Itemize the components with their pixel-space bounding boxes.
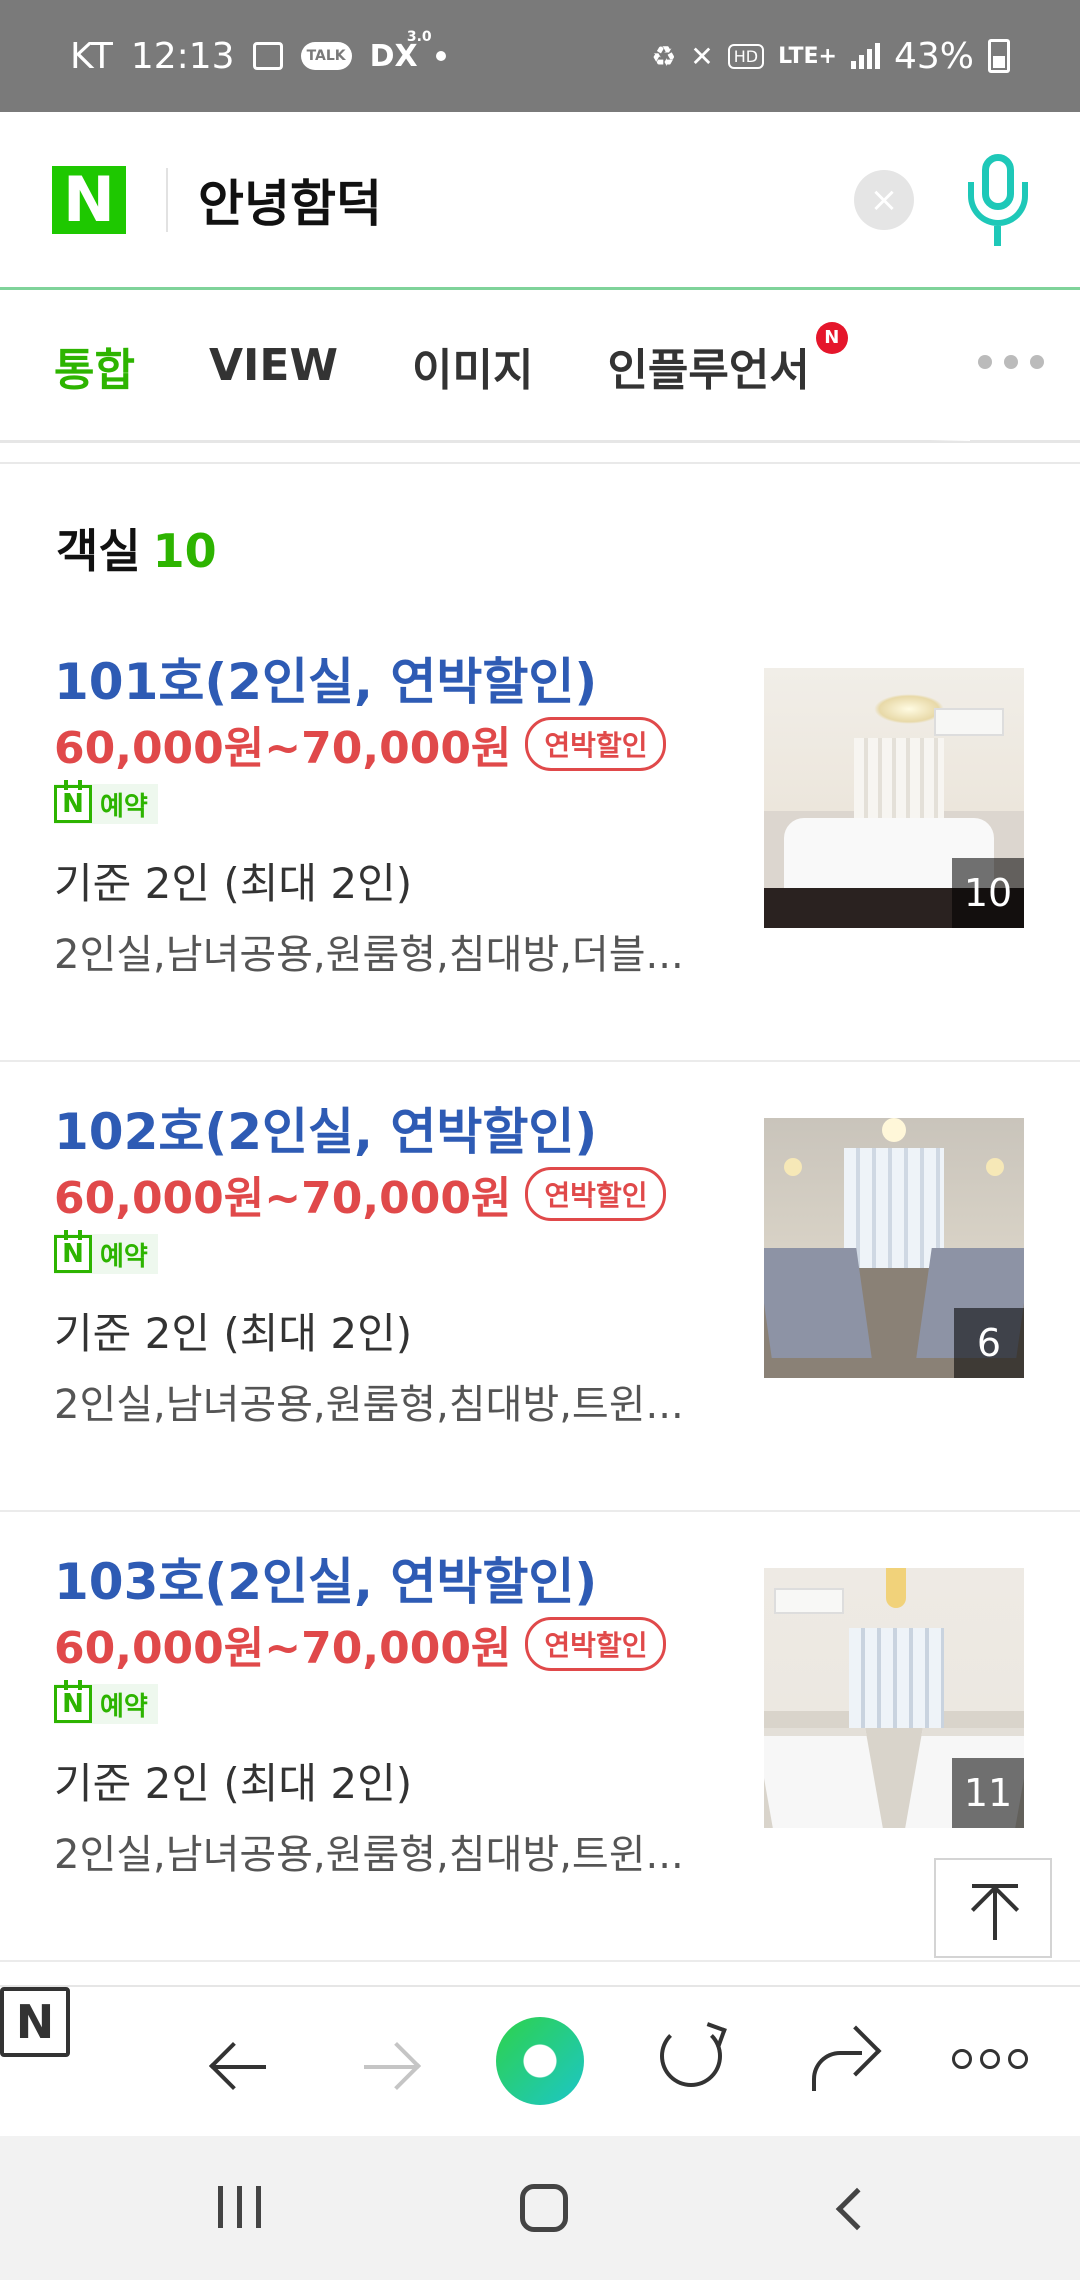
recent-apps-icon[interactable] [218,2186,261,2228]
lte-icon: LTE+ [778,43,837,69]
room-name-link[interactable]: 103호(2인실, 연박할인) [54,1542,597,1614]
calendar-icon: N [54,780,92,823]
clear-search-button[interactable]: × [854,169,914,230]
home-icon[interactable] [520,2184,568,2232]
naver-reservation-badge[interactable]: N 예약 [54,1680,158,1724]
discount-badge: 연박할인 [525,1167,667,1221]
more-tabs-icon[interactable] [978,355,1044,369]
room-name-link[interactable]: 101호(2인실, 연박할인) [54,642,597,714]
photo-count: 11 [952,1758,1024,1828]
room-count: 10 [152,524,217,578]
room-list-item[interactable]: 103호(2인실, 연박할인) 60,000원~70,000원 연박할인 N 예… [0,1512,1080,1962]
dot-icon [435,51,446,61]
room-section-title: 객실 10 [56,515,217,581]
room-capacity: 기준 2인 (최대 2인) [54,1309,413,1358]
gallery-icon [252,42,283,70]
mute-icon: ✕ [690,39,714,73]
price-row: 60,000원~70,000원 연박할인 [54,1612,667,1676]
reservation-label: 예약 [100,791,148,822]
system-nav-bar [0,2136,1080,2280]
naver-home-icon[interactable]: N [0,1987,70,2057]
tab-integrated[interactable]: 통합 [54,334,135,398]
room-capacity: 기준 2인 (최대 2인) [54,1759,413,1808]
calendar-icon: N [54,1680,92,1723]
room-price: 60,000원~70,000원 [54,1623,512,1674]
naver-logo[interactable]: N [52,165,126,234]
room-features: 2인실,남녀공용,원룸형,침대방,더블... [54,932,684,978]
more-icon[interactable] [952,2049,1028,2069]
battery-saver-icon: ♻ [651,39,677,73]
search-header: N 안녕함덕 × [0,112,1080,290]
new-badge: N [815,321,848,354]
photo-count: 6 [954,1308,1024,1378]
section-title-label: 객실 [56,524,141,578]
room-price: 60,000원~70,000원 [54,1173,512,1224]
hd-icon: HD [727,43,765,69]
tab-view[interactable]: VIEW [209,340,338,391]
back-icon[interactable] [835,2187,879,2231]
clock: 12:13 [130,35,235,77]
search-query-input[interactable]: 안녕함덕 [198,164,854,236]
talk-icon: TALK [300,42,352,70]
back-arrow-icon[interactable] [212,2027,292,2107]
status-bar: KT 12:13 TALK DX 3.0 ♻ ✕ HD LTE+ 43% [0,0,1080,112]
room-list-item[interactable]: 101호(2인실, 연박할인) 60,000원~70,000원 연박할인 N 예… [0,612,1080,1062]
tab-fade [930,291,970,441]
browser-toolbar: N [0,1985,1080,2135]
room-features: 2인실,남녀공용,원룸형,침대방,트윈... [54,1832,684,1878]
price-row: 60,000원~70,000원 연박할인 [54,712,667,776]
green-dot-icon[interactable] [496,2017,584,2105]
room-features: 2인실,남녀공용,원룸형,침대방,트윈... [54,1382,684,1428]
room-list-item[interactable]: 102호(2인실, 연박할인) 60,000원~70,000원 연박할인 N 예… [0,1062,1080,1512]
room-photo-thumbnail[interactable]: 6 [764,1118,1024,1378]
discount-badge: 연박할인 [525,717,667,771]
tab-influencer-label: 인플루언서 [607,344,810,396]
naver-reservation-badge[interactable]: N 예약 [54,780,158,824]
tab-influencer[interactable]: 인플루언서 N [607,321,848,398]
battery-icon [988,39,1010,73]
section-separator [0,446,1080,464]
search-tabs: 통합 VIEW 이미지 인플루언서 N [0,291,1080,443]
discount-badge: 연박할인 [525,1617,667,1671]
scroll-to-top-button[interactable] [934,1858,1052,1958]
carrier-label: KT [70,35,113,77]
room-photo-thumbnail[interactable]: 11 [764,1568,1024,1828]
naver-reservation-badge[interactable]: N 예약 [54,1230,158,1274]
tab-image[interactable]: 이미지 [412,334,533,398]
reservation-label: 예약 [100,1691,148,1722]
battery-percent: 43% [893,35,974,77]
price-row: 60,000원~70,000원 연박할인 [54,1162,667,1226]
room-name-link[interactable]: 102호(2인실, 연박할인) [54,1092,597,1164]
room-photo-thumbnail[interactable]: 10 [764,668,1024,928]
room-price: 60,000원~70,000원 [54,723,512,774]
dx-icon: DX 3.0 [370,29,432,74]
room-capacity: 기준 2인 (최대 2인) [54,859,413,908]
forward-arrow-icon[interactable] [364,2027,444,2107]
photo-count: 10 [952,858,1024,928]
divider [166,167,168,232]
share-icon[interactable] [808,2025,882,2093]
calendar-icon: N [54,1230,92,1273]
reload-icon[interactable] [660,2025,722,2087]
signal-icon [850,43,880,69]
dx-version: 3.0 [406,28,432,45]
microphone-icon[interactable] [964,150,1028,250]
reservation-label: 예약 [100,1241,148,1272]
